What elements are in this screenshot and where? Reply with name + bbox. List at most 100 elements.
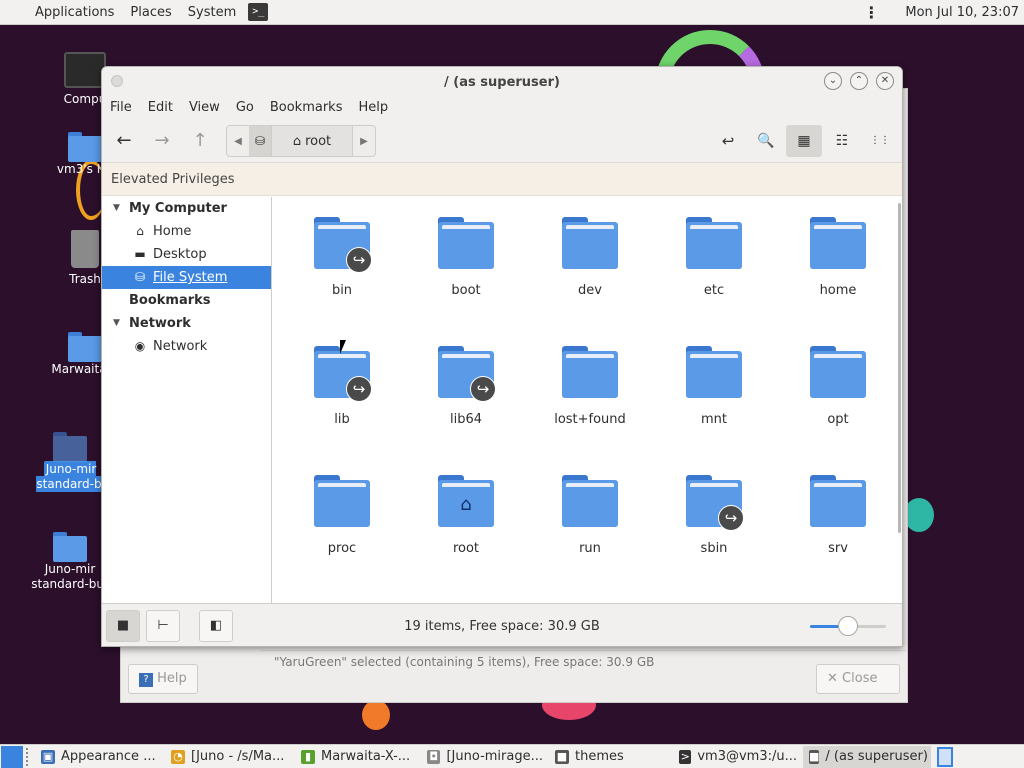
- menubar: File Edit View Go Bookmarks Help: [102, 97, 902, 119]
- folder-item[interactable]: boot: [411, 217, 521, 298]
- menu-view[interactable]: View: [181, 97, 228, 119]
- sidebar-section-label: Bookmarks: [129, 293, 211, 308]
- symlink-emblem-icon: ↪: [470, 376, 496, 402]
- folder-icon: [686, 346, 742, 398]
- window-close-button[interactable]: ✕: [876, 72, 894, 90]
- minimize-button[interactable]: ⌄: [824, 72, 842, 90]
- desktop-icon-label: Trash: [69, 272, 101, 286]
- zoom-slider[interactable]: [810, 616, 886, 636]
- hide-sidebar-button[interactable]: ◧: [199, 610, 233, 642]
- help-label: Help: [157, 671, 187, 686]
- menu-bookmarks[interactable]: Bookmarks: [262, 97, 351, 119]
- path-scroll-right-icon[interactable]: ▶: [353, 136, 375, 147]
- elevated-privileges-infobar: Elevated Privileges: [102, 163, 902, 196]
- symlink-emblem-icon: ↪: [718, 505, 744, 531]
- menu-help[interactable]: Help: [350, 97, 396, 119]
- desktop-icon-label: Compu: [63, 92, 107, 106]
- taskbar: ▣ Appearance ... ◔ [Juno - /s/Ma... ▮ Marwait…: [0, 744, 1024, 768]
- folder-icon: [810, 217, 866, 269]
- back-button[interactable]: ←: [106, 125, 142, 157]
- folder-item[interactable]: ↪ lib64: [411, 346, 521, 427]
- workspace-switcher[interactable]: [937, 746, 953, 767]
- folder-label: dev: [578, 283, 602, 298]
- maximize-button[interactable]: ⌃: [850, 72, 868, 90]
- sidebar-item-home[interactable]: ⌂ Home: [102, 220, 271, 243]
- taskbar-task[interactable]: ◔ [Juno - /s/Ma...: [165, 746, 295, 768]
- sidebar-item-desktop[interactable]: ▬ Desktop: [102, 243, 271, 266]
- folder-icon: [562, 346, 618, 398]
- sidebar-item-network[interactable]: ◉ Network: [102, 335, 271, 358]
- taskbar-task[interactable]: ▣ Appearance ...: [35, 746, 165, 768]
- path-scroll-left-icon[interactable]: ◀: [227, 136, 249, 147]
- window-menu-dot[interactable]: [111, 75, 123, 87]
- up-button[interactable]: ↑: [182, 125, 218, 157]
- close-button[interactable]: ✕ Close: [816, 664, 900, 694]
- folder-item[interactable]: lost+found: [535, 346, 645, 427]
- folder-item[interactable]: proc: [287, 475, 397, 556]
- menu-file[interactable]: File: [102, 97, 140, 119]
- show-places-button[interactable]: ■: [106, 610, 140, 642]
- folder-label: srv: [828, 541, 848, 556]
- search-button[interactable]: 🔍: [748, 125, 784, 157]
- sidebar-item-file-system[interactable]: ⛁ File System: [102, 266, 271, 289]
- file-manager-window: / (as superuser) ⌄ ⌃ ✕ File Edit View Go…: [101, 66, 903, 647]
- show-treeview-button[interactable]: ⊢: [146, 610, 180, 642]
- task-label: themes: [575, 749, 624, 764]
- menu-system[interactable]: System: [180, 0, 244, 25]
- zoom-slider-handle[interactable]: [838, 616, 858, 636]
- taskbar-task[interactable]: ▮ Marwaita-X-...: [295, 746, 421, 768]
- folder-item[interactable]: dev: [535, 217, 645, 298]
- folder-item[interactable]: ⌂ root: [411, 475, 521, 556]
- task-list: ▣ Appearance ... ◔ [Juno - /s/Ma... ▮ Marwait…: [35, 745, 931, 768]
- path-button-root[interactable]: ⌂ root: [271, 126, 353, 156]
- sidebar-section-network[interactable]: ▼ Network: [102, 312, 271, 335]
- folder-item[interactable]: etc: [659, 217, 769, 298]
- drive-icon: ⛁: [134, 270, 146, 284]
- icon-view-button[interactable]: ▦: [786, 125, 822, 157]
- folder-item[interactable]: opt: [783, 346, 893, 427]
- taskbar-task[interactable]: > vm3@vm3:/u...: [673, 746, 803, 768]
- folder-item[interactable]: srv: [783, 475, 893, 556]
- desktop-icon-juno-selected[interactable]: Juno-mir standard-b: [30, 432, 110, 492]
- list-view-button[interactable]: ☷: [824, 125, 860, 157]
- help-button[interactable]: ? Help: [128, 664, 198, 694]
- folder-item[interactable]: ↪ lib: [287, 346, 397, 427]
- sidebar-section-my-computer[interactable]: ▼ My Computer: [102, 197, 271, 220]
- toggle-location-button[interactable]: ↩: [710, 125, 746, 157]
- folder-icon: [686, 217, 742, 269]
- folder-icon: [53, 532, 87, 562]
- compact-view-button[interactable]: ⋮⋮: [862, 125, 898, 157]
- computer-icon: [64, 52, 106, 88]
- show-desktop-button[interactable]: [1, 745, 23, 768]
- titlebar[interactable]: / (as superuser) ⌄ ⌃ ✕: [102, 67, 902, 97]
- terminal-icon[interactable]: >_: [248, 3, 269, 21]
- kebab-menu-icon[interactable]: ⋮: [863, 0, 879, 25]
- menu-edit[interactable]: Edit: [140, 97, 181, 119]
- folder-label: opt: [827, 412, 849, 427]
- folder-icon: [562, 475, 618, 527]
- drive-icon[interactable]: ⛁: [249, 126, 271, 156]
- folder-item[interactable]: ↪ bin: [287, 217, 397, 298]
- mouse-cursor: [340, 340, 346, 354]
- sidebar-section-bookmarks[interactable]: Bookmarks: [102, 289, 271, 312]
- menu-places[interactable]: Places: [122, 0, 179, 25]
- folder-icon: ↪: [438, 346, 496, 402]
- folder-item[interactable]: run: [535, 475, 645, 556]
- clock[interactable]: Mon Jul 10, 23:07: [905, 5, 1024, 20]
- task-label: [Juno-mirage...: [446, 749, 543, 764]
- taskbar-task[interactable]: ■ / (as superuser): [803, 745, 931, 768]
- menu-go[interactable]: Go: [228, 97, 262, 119]
- sidebar-item-label: File System: [153, 270, 228, 285]
- menu-applications[interactable]: Applications: [0, 0, 122, 25]
- folder-item[interactable]: mnt: [659, 346, 769, 427]
- forward-button[interactable]: →: [144, 125, 180, 157]
- folder-label: home: [819, 283, 857, 298]
- folder-icon: ↪: [314, 217, 372, 273]
- folder-item[interactable]: ↪ sbin: [659, 475, 769, 556]
- taskbar-task[interactable]: ◘ [Juno-mirage...: [421, 746, 549, 768]
- folder-item[interactable]: home: [783, 217, 893, 298]
- folder-icon: [68, 332, 102, 362]
- scrollbar[interactable]: [898, 203, 901, 533]
- taskbar-task[interactable]: ■ themes: [549, 746, 673, 768]
- folder-icon: [810, 346, 866, 398]
